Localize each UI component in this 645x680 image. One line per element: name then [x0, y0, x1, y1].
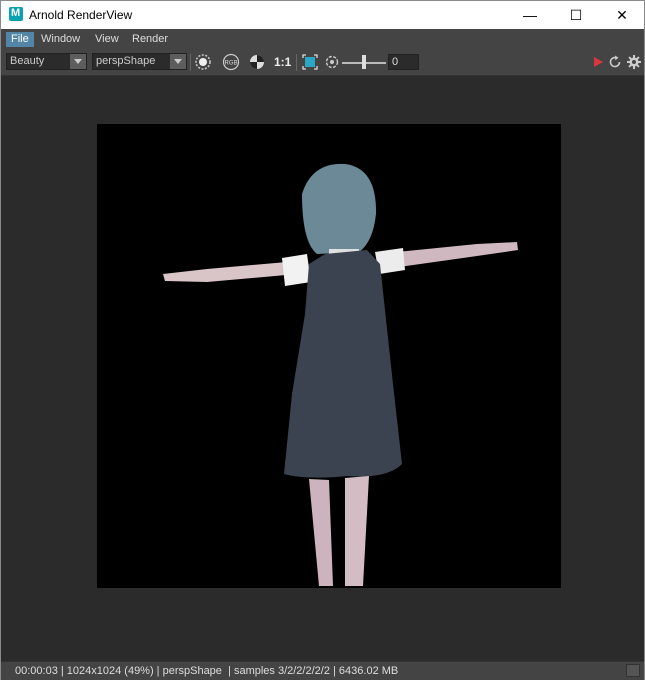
crop-region-icon[interactable] — [301, 53, 319, 71]
aov-select-value: Beauty — [10, 55, 45, 67]
title-bar: M Arnold RenderView — ☐ ✕ — [1, 1, 644, 29]
toolbar-divider — [296, 54, 297, 71]
menu-file[interactable]: File — [6, 32, 34, 47]
toolbar-divider — [190, 54, 191, 71]
checker-icon[interactable] — [248, 53, 266, 71]
rendered-character-image — [163, 163, 518, 586]
status-text: 00:00:03 | 1024x1024 (49%) | perspShape … — [15, 665, 399, 677]
rgb-icon[interactable]: RGB — [222, 53, 240, 71]
menu-view[interactable]: View — [90, 32, 124, 47]
exposure-slider-handle[interactable] — [362, 55, 366, 69]
exposure-input[interactable]: 0 — [388, 54, 419, 70]
rgb-icon-text: RGB — [224, 61, 237, 67]
camera-select-value: perspShape — [96, 55, 156, 67]
exposure-icon[interactable] — [323, 53, 341, 71]
radial-icon[interactable] — [194, 53, 212, 71]
menu-bar: File Window View Render — [1, 29, 644, 50]
render-image — [97, 124, 561, 588]
play-icon[interactable] — [589, 53, 607, 71]
minimize-button[interactable]: — — [507, 1, 553, 29]
arnold-renderview-window: M Arnold RenderView — ☐ ✕ File Window Vi… — [0, 0, 645, 680]
maximize-button[interactable]: ☐ — [553, 1, 599, 29]
settings-icon[interactable] — [625, 53, 643, 71]
toolbar: Beauty perspShape RGB 1:1 — [1, 50, 644, 76]
snapshot-icon[interactable] — [626, 664, 640, 677]
close-button[interactable]: ✕ — [599, 1, 645, 29]
camera-select[interactable]: perspShape — [92, 53, 187, 70]
chevron-down-icon — [70, 54, 86, 69]
menu-window[interactable]: Window — [36, 32, 85, 47]
refresh-icon[interactable] — [606, 53, 624, 71]
ratio-label[interactable]: 1:1 — [274, 55, 291, 69]
status-bar: 00:00:03 | 1024x1024 (49%) | perspShape … — [1, 661, 644, 680]
app-icon-letter: M — [11, 7, 21, 19]
menu-render[interactable]: Render — [127, 32, 173, 47]
aov-select[interactable]: Beauty — [6, 53, 87, 70]
maya-app-icon: M — [9, 7, 23, 21]
window-title: Arnold RenderView — [29, 8, 133, 22]
chevron-down-icon — [170, 54, 186, 69]
